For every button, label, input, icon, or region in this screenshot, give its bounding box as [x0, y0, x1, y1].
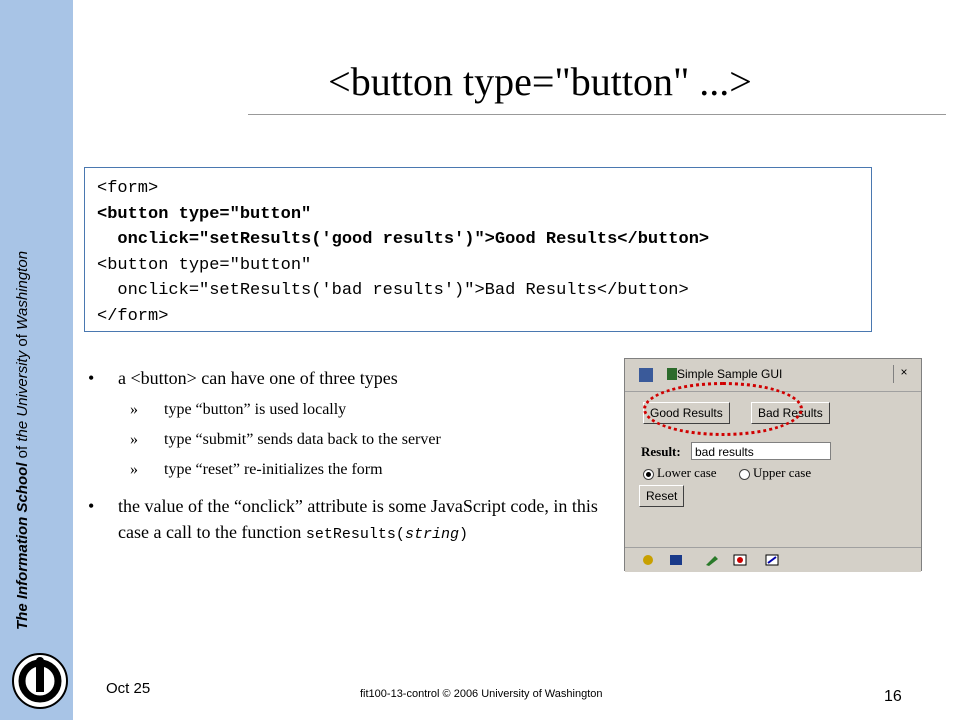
- image-icon[interactable]: [733, 554, 747, 566]
- bottom-toolbar: [625, 547, 921, 572]
- zoom-icon[interactable]: [765, 554, 779, 566]
- sidebar-school-name: The Information School of the University…: [14, 90, 31, 630]
- bullet-list: • a <button> can have one of three types…: [84, 368, 604, 554]
- frog-icon: [667, 368, 677, 380]
- radio-upper-indicator[interactable]: [739, 468, 750, 480]
- sidebar-university: the University: [14, 350, 31, 442]
- radio-upper-case[interactable]: Upper case: [739, 465, 811, 481]
- radio-upper-label: Upper case: [753, 465, 812, 480]
- sidebar-washington: Washington: [14, 250, 31, 330]
- code-example: <form> <button type="button" onclick="se…: [84, 167, 872, 332]
- bullet-text: a <button> can have one of three types: [118, 368, 398, 388]
- bullet-marker: •: [88, 496, 95, 516]
- sparkle-icon[interactable]: [641, 554, 655, 566]
- sub-bullet-text: type “reset” re-initializes the form: [164, 461, 383, 478]
- sub-bullet-item: » type “reset” re-initializes the form: [84, 455, 604, 485]
- window-app-icon: [639, 368, 653, 382]
- sidebar: The Information School of the University…: [0, 0, 73, 720]
- highlight-oval: [643, 382, 803, 436]
- radio-lower-case[interactable]: Lower case: [643, 465, 717, 481]
- function-name: setResults(: [305, 526, 405, 543]
- sub-bullet-text: type “button” is used locally: [164, 401, 347, 418]
- footer-date: Oct 25: [106, 680, 151, 697]
- function-arg: string: [404, 526, 459, 543]
- grid-icon[interactable]: [669, 554, 683, 566]
- footer-copyright: fit100-13-control © 2006 University of W…: [360, 688, 603, 700]
- sub-bullet-item: » type “submit” sends data back to the s…: [84, 425, 604, 455]
- sub-bullet-marker: »: [130, 461, 138, 478]
- code-line: <button type="button": [97, 204, 312, 224]
- code-line: <form>: [97, 179, 159, 198]
- code-line: onclick="setResults('good results')">Goo…: [97, 230, 710, 249]
- window-title: Simple Sample GUI: [677, 367, 783, 381]
- bullet-item: • a <button> can have one of three types: [84, 368, 604, 389]
- title-divider: [248, 114, 946, 115]
- code-line: </form>: [97, 306, 169, 326]
- radio-lower-label: Lower case: [657, 465, 717, 480]
- sub-bullet-text: type “submit” sends data back to the ser…: [164, 431, 441, 448]
- function-close: ): [458, 526, 468, 543]
- bullet-item: • the value of the “onclick” attribute i…: [84, 493, 604, 548]
- code-line: <button type="button": [97, 255, 312, 275]
- close-icon[interactable]: ×: [893, 365, 914, 383]
- result-field[interactable]: bad results: [691, 442, 831, 460]
- result-label: Result:: [641, 444, 681, 459]
- sub-bullet-item: » type “button” is used locally: [84, 395, 604, 425]
- slide-title: <button type="button" ...>: [328, 59, 752, 104]
- sub-bullet-marker: »: [130, 431, 138, 448]
- page-number: 16: [884, 688, 902, 705]
- code-line: onclick="setResults('bad results')">Bad …: [97, 281, 689, 300]
- radio-lower-indicator[interactable]: [643, 468, 654, 480]
- information-school-logo-icon: [12, 653, 68, 709]
- function-signature: setResults(string): [306, 526, 468, 543]
- reset-button[interactable]: Reset: [639, 485, 685, 507]
- sidebar-of-2: of: [14, 329, 31, 351]
- sidebar-of: of: [14, 441, 31, 463]
- bullet-marker: •: [88, 368, 95, 388]
- sub-bullet-marker: »: [130, 401, 138, 418]
- sidebar-school: The Information School: [14, 462, 31, 631]
- pencil-icon[interactable]: [705, 554, 719, 566]
